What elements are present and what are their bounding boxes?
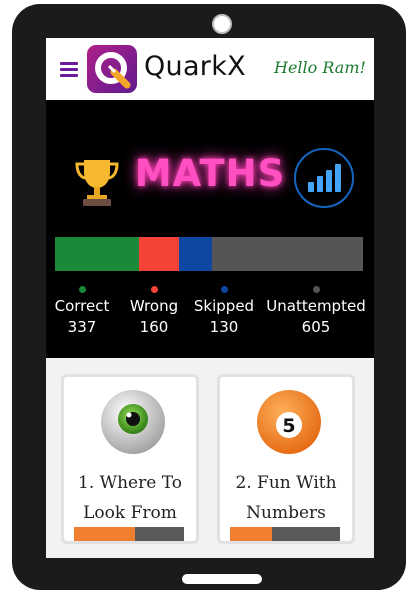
unattempted-label: Unattempted xyxy=(266,297,366,315)
topic-progress-fill xyxy=(74,527,135,541)
skipped-label: Skipped xyxy=(193,297,255,315)
home-button[interactable] xyxy=(182,574,262,584)
topic-progress-2 xyxy=(230,527,340,541)
topic-card-1[interactable]: 1. Where To Look From xyxy=(61,374,199,544)
unattempted-count: 605 xyxy=(301,318,331,336)
hamburger-menu-icon[interactable] xyxy=(60,62,78,77)
correct-label: Correct xyxy=(54,297,110,315)
topic-progress-remaining xyxy=(271,527,340,541)
eye-icon xyxy=(101,390,165,454)
bar-chart-icon[interactable] xyxy=(294,148,354,208)
skipped-dot xyxy=(220,286,228,293)
wrong-count: 160 xyxy=(139,318,169,336)
wrong-label: Wrong xyxy=(129,297,179,315)
unattempted-dot xyxy=(312,286,320,293)
progress-segment-skipped xyxy=(179,237,212,271)
legend-correct: Correct 337 xyxy=(50,286,114,336)
topic-cards: 1. Where To Look From 5 2. Fun With Numb… xyxy=(46,358,374,558)
greeting-text: Hello Ram! xyxy=(274,58,366,77)
skipped-count: 130 xyxy=(209,318,239,336)
app-screen: QuarkX Hello Ram! MATHS Correct 337 Wron… xyxy=(46,38,374,558)
stats-progress-bar xyxy=(55,237,363,271)
correct-dot xyxy=(78,286,86,293)
pool-ball-5-icon: 5 xyxy=(257,390,321,454)
progress-segment-unattempted xyxy=(211,237,363,271)
progress-segment-correct xyxy=(55,237,140,271)
app-header: QuarkX Hello Ram! xyxy=(46,38,374,100)
progress-segment-wrong xyxy=(139,237,180,271)
topic-progress-remaining xyxy=(134,527,184,541)
quarkx-logo-icon[interactable] xyxy=(87,45,137,93)
topic-progress-1 xyxy=(74,527,184,541)
legend-skipped: Skipped 130 xyxy=(190,286,258,336)
correct-count: 337 xyxy=(67,318,97,336)
stats-legend: Correct 337 Wrong 160 Skipped 130 Unatte… xyxy=(46,286,374,346)
subject-stats-panel: MATHS Correct 337 Wrong 160 Skipped 130 xyxy=(46,100,374,358)
ball-number: 5 xyxy=(282,415,295,437)
legend-wrong: Wrong 160 xyxy=(122,286,186,336)
camera-icon xyxy=(212,14,232,34)
wrong-dot xyxy=(150,286,158,293)
topic-title-2: 2. Fun With Numbers xyxy=(235,473,337,523)
brand-name: QuarkX xyxy=(144,51,246,82)
topic-card-2[interactable]: 5 2. Fun With Numbers xyxy=(217,374,355,544)
legend-unattempted: Unattempted 605 xyxy=(262,286,370,336)
topic-progress-fill xyxy=(230,527,272,541)
topic-title-1: 1. Where To Look From xyxy=(78,473,182,523)
